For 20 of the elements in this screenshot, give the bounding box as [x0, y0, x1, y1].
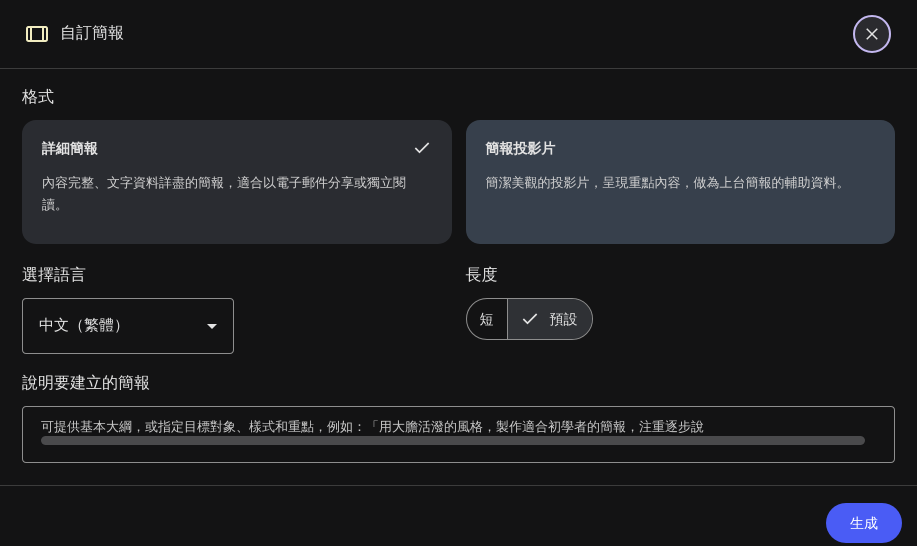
field-label: 長度	[466, 266, 498, 286]
dropdown-caret-icon	[207, 324, 217, 328]
format-card[interactable]: 簡報投影片 簡潔美觀的投影片，呈現重點內容，做為上台簡報的輔助資料。	[466, 120, 895, 244]
field-label: 選擇語言	[22, 266, 87, 286]
card-description: 簡潔美觀的投影片，呈現重點內容，做為上台簡報的輔助資料。	[486, 174, 850, 192]
description-field[interactable]: 可提供基本大綱，或指定目標對象、樣式和重點，例如：「用大膽活潑的風格，製作適合初學者的簡報，注重逐步說	[22, 406, 895, 463]
card-description: 內容完整、文字資料詳盡的簡報，適合以電子郵件分享或獨立閱讀。	[42, 174, 407, 214]
card-title: 簡報投影片	[486, 138, 556, 158]
length-segment[interactable]: 預設	[506, 299, 592, 339]
scrollbar[interactable]	[41, 436, 865, 445]
field-label: 說明要建立的簡報	[22, 374, 151, 394]
generate-button[interactable]: 生成	[826, 503, 902, 543]
slides-icon	[26, 26, 48, 42]
dialog-title: 自訂簡報	[60, 24, 124, 44]
length-segment[interactable]: 短	[466, 299, 506, 339]
language-select[interactable]: 中文（繁體）	[22, 298, 234, 354]
format-card[interactable]: 詳細簡報 內容完整、文字資料詳盡的簡報，適合以電子郵件分享或獨立閱讀。	[22, 120, 452, 244]
section-label: 格式	[22, 88, 55, 108]
card-title: 詳細簡報	[42, 138, 98, 158]
close-button[interactable]	[853, 15, 891, 53]
